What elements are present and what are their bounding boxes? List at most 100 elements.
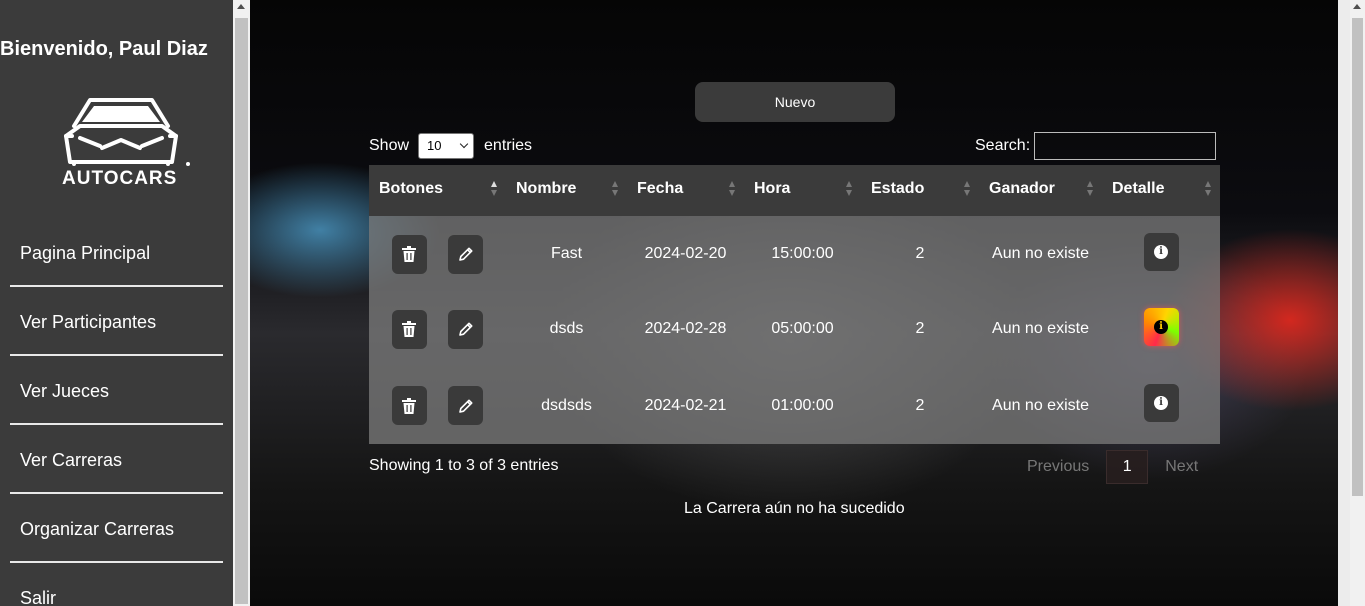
sidebar-nav: Pagina Principal Ver Participantes Ver J… [10, 218, 223, 606]
welcome-message: Bienvenido, Paul Diaz [0, 38, 208, 60]
trash-icon [402, 246, 417, 262]
sort-icon [964, 181, 971, 199]
next-page-button[interactable]: Next [1148, 458, 1215, 476]
trash-icon [402, 321, 417, 337]
table-header: Botones Nombre Fecha Hora Estado Ganador [369, 165, 1220, 216]
table-row: dsdsds 2024-02-21 01:00:00 2 Aun no exis… [369, 367, 1220, 444]
row-actions [369, 386, 506, 425]
pencil-icon [458, 247, 473, 261]
column-label: Estado [871, 180, 925, 197]
cell-nombre: Fast [550, 245, 583, 262]
cell-estado: 2 [915, 396, 925, 414]
entries-select[interactable]: 10 [418, 133, 475, 159]
sidebar-item-ver-carreras[interactable]: Ver Carreras [10, 425, 223, 494]
page-edge [1338, 0, 1350, 606]
cell-ganador: Aun no existe [992, 245, 1089, 262]
delete-button[interactable] [391, 386, 427, 425]
races-table: Botones Nombre Fecha Hora Estado Ganador [369, 165, 1220, 444]
info-icon: i [1154, 319, 1168, 334]
column-header-ganador[interactable]: Ganador [979, 165, 1102, 216]
column-label: Ganador [989, 180, 1055, 197]
column-label: Detalle [1112, 180, 1165, 197]
trash-icon [402, 397, 417, 414]
search-label: Search: [975, 137, 1031, 154]
sort-icon [491, 181, 498, 199]
scroll-up-arrow-icon[interactable] [237, 4, 245, 9]
cell-hora: 15:00:00 [771, 245, 834, 262]
column-label: Nombre [516, 180, 577, 197]
cell-hora: 01:00:00 [771, 396, 834, 414]
row-actions [369, 234, 506, 274]
cell-detalle: i [1102, 232, 1220, 276]
column-label: Fecha [637, 180, 684, 197]
info-icon: i [1154, 244, 1168, 259]
column-header-nombre[interactable]: Nombre [506, 165, 627, 216]
cell-estado: 2 [915, 320, 925, 337]
sidebar-item-organizar-carreras[interactable]: Organizar Carreras [10, 494, 223, 563]
row-actions [369, 309, 506, 349]
pagination: Previous 1 Next [1010, 450, 1215, 484]
delete-button[interactable] [391, 234, 427, 274]
sort-icon [729, 181, 736, 199]
entries-label: entries [484, 137, 533, 154]
logo-text: AUTOCARS [62, 168, 178, 189]
main-content: Nuevo Show 10 entries Search: Botones No… [250, 0, 1338, 606]
sidebar-scrollbar[interactable] [233, 0, 250, 606]
pencil-icon [458, 399, 473, 413]
column-header-hora[interactable]: Hora [744, 165, 861, 216]
sort-icon [1205, 181, 1212, 199]
table-row: dsds 2024-02-28 05:00:00 2 Aun no existe… [369, 291, 1220, 367]
cell-detalle: i [1102, 307, 1220, 351]
previous-page-button[interactable]: Previous [1010, 458, 1106, 476]
entries-select-value: 10 [427, 138, 442, 153]
table-body: Fast 2024-02-20 15:00:00 2 Aun no existe… [369, 216, 1220, 444]
table-info: Showing 1 to 3 of 3 entries [369, 457, 559, 474]
cell-fecha: 2024-02-21 [644, 396, 727, 414]
column-label: Hora [754, 180, 791, 197]
sidebar-scrollbar-thumb[interactable] [235, 18, 248, 604]
sort-icon [612, 181, 619, 199]
show-label: Show [369, 137, 410, 154]
delete-button[interactable] [391, 309, 427, 349]
edit-button[interactable] [448, 234, 484, 274]
chevron-down-icon [459, 139, 469, 149]
edit-button[interactable] [448, 386, 484, 425]
sidebar: Bienvenido, Paul Diaz AUTOCARS Pagina Pr… [0, 0, 233, 606]
cell-ganador: Aun no existe [992, 396, 1089, 414]
column-header-estado[interactable]: Estado [861, 165, 979, 216]
cell-ganador: Aun no existe [992, 320, 1089, 337]
column-header-fecha[interactable]: Fecha [627, 165, 744, 216]
sidebar-item-ver-participantes[interactable]: Ver Participantes [10, 287, 223, 356]
info-icon: i [1154, 396, 1168, 410]
search-control: Search: [975, 132, 1217, 160]
column-header-detalle[interactable]: Detalle [1102, 165, 1220, 216]
cell-nombre: dsdsds [541, 396, 592, 414]
column-label: Botones [379, 180, 443, 197]
cell-estado: 2 [915, 245, 925, 262]
cell-nombre: dsds [549, 320, 584, 337]
detail-button[interactable]: i [1143, 307, 1179, 346]
sidebar-item-pagina-principal[interactable]: Pagina Principal [10, 218, 223, 287]
sidebar-item-ver-jueces[interactable]: Ver Jueces [10, 356, 223, 425]
edit-button[interactable] [448, 309, 484, 349]
column-header-botones[interactable]: Botones [369, 165, 506, 216]
detail-button[interactable]: i [1143, 232, 1179, 271]
search-input[interactable] [1034, 132, 1217, 160]
table-row: Fast 2024-02-20 15:00:00 2 Aun no existe… [369, 216, 1220, 291]
new-race-button[interactable]: Nuevo [695, 82, 895, 122]
cell-fecha: 2024-02-20 [644, 245, 727, 262]
pencil-icon [458, 322, 473, 336]
scroll-up-arrow-icon[interactable] [1353, 4, 1361, 9]
entries-length-control: Show 10 entries [369, 133, 532, 159]
cell-fecha: 2024-02-28 [644, 320, 727, 337]
race-status-message: La Carrera aún no ha sucedido [684, 500, 905, 517]
page-scrollbar[interactable] [1350, 0, 1365, 606]
cell-hora: 05:00:00 [771, 320, 834, 337]
sort-icon [846, 181, 853, 199]
detail-button[interactable]: i [1143, 384, 1179, 422]
page-scrollbar-thumb[interactable] [1352, 18, 1363, 496]
cell-detalle: i [1102, 384, 1220, 427]
page-button-1[interactable]: 1 [1106, 450, 1149, 484]
sort-icon [1087, 181, 1094, 199]
sidebar-item-salir[interactable]: Salir [10, 563, 223, 606]
